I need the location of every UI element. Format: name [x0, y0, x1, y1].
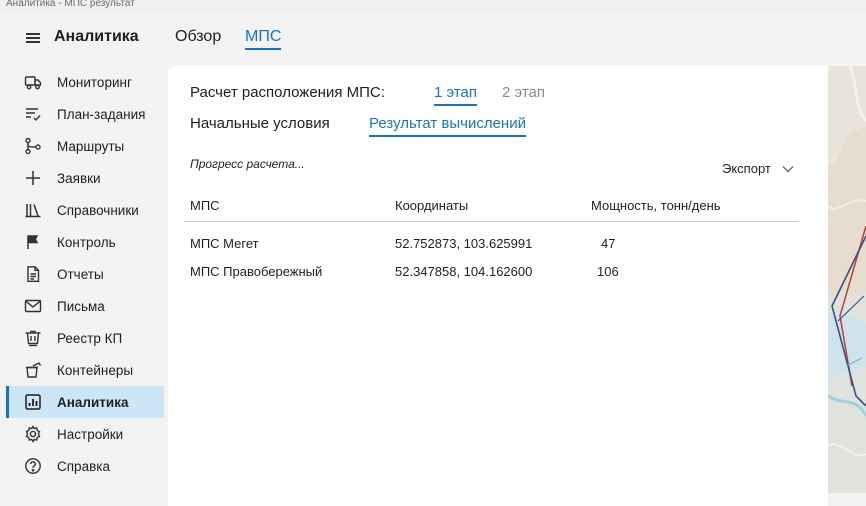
sidebar-item-settings[interactable]: Настройки	[6, 418, 164, 450]
sidebar-item-label: Мониторинг	[57, 74, 132, 90]
hamburger-menu-icon[interactable]	[26, 33, 40, 43]
sidebar-item-label: Реестр КП	[57, 330, 123, 346]
tab-stage-1[interactable]: 1 этап	[434, 84, 478, 106]
truck-icon	[24, 73, 42, 91]
table-row[interactable]: МПС Мегет 52.752873, 103.625991 47	[184, 226, 799, 254]
window-title: Аналитика - МПС результат	[6, 0, 135, 9]
cell-mps: МПС Мегет	[190, 236, 259, 251]
sidebar-item-help[interactable]: Справка	[6, 450, 164, 482]
progress-text: Прогресс расчета...	[190, 157, 305, 171]
app-title: Аналитика	[54, 28, 139, 45]
map-view[interactable]	[828, 66, 866, 493]
tab-stage-2[interactable]: 2 этап	[502, 84, 545, 101]
export-dropdown[interactable]: Экспорт	[722, 161, 794, 176]
column-header-mps: МПС	[190, 198, 220, 213]
sidebar-item-requests[interactable]: Заявки	[6, 162, 164, 194]
sidebar-item-plan-tasks[interactable]: План-задания	[6, 98, 164, 130]
mail-icon	[24, 297, 42, 315]
sidebar-item-references[interactable]: Справочники	[6, 194, 164, 226]
checklist-icon	[24, 105, 42, 123]
chevron-down-icon	[782, 165, 794, 172]
container-icon	[24, 361, 42, 379]
results-table: МПС Координаты Мощность, тонн/день МПС М…	[184, 190, 799, 282]
flag-icon	[24, 233, 42, 251]
route-icon	[24, 137, 42, 155]
sidebar-item-label: План-задания	[57, 106, 146, 122]
tab-initial-conditions[interactable]: Начальные условия	[190, 115, 330, 132]
report-icon	[24, 265, 42, 283]
sidebar-item-letters[interactable]: Письма	[6, 290, 164, 322]
bin-icon	[24, 329, 42, 347]
tab-mps[interactable]: МПС	[245, 28, 282, 50]
sidebar-item-label: Контроль	[57, 234, 116, 250]
sidebar-item-label: Настройки	[57, 426, 124, 442]
tab-overview[interactable]: Обзор	[175, 28, 221, 46]
calculation-panel: Расчет расположения МПС: 1 этап 2 этап Н…	[168, 66, 828, 506]
tab-calculation-result[interactable]: Результат вычислений	[369, 115, 526, 137]
analytics-icon	[24, 393, 42, 411]
sidebar-item-label: Письма	[57, 298, 105, 314]
sidebar-item-kp-registry[interactable]: Реестр КП	[6, 322, 164, 354]
sidebar-item-monitoring[interactable]: Мониторинг	[6, 66, 164, 98]
cell-capacity: 47	[601, 236, 616, 251]
cell-coordinates: 52.347858, 104.162600	[395, 264, 533, 279]
gear-icon	[24, 425, 42, 443]
sidebar-item-label: Маршруты	[57, 138, 125, 154]
sidebar-item-containers[interactable]: Контейнеры	[6, 354, 164, 386]
column-header-coordinates: Координаты	[395, 198, 469, 213]
sidebar-item-reports[interactable]: Отчеты	[6, 258, 164, 290]
sidebar-item-label: Отчеты	[57, 266, 104, 282]
sidebar-item-label: Заявки	[57, 170, 101, 186]
cell-mps: МПС Правобережный	[190, 264, 323, 279]
sidebar-item-analytics[interactable]: Аналитика	[6, 386, 164, 418]
cell-capacity: 106	[597, 264, 619, 279]
sidebar-item-routes[interactable]: Маршруты	[6, 130, 164, 162]
help-icon	[24, 457, 42, 475]
sidebar-item-label: Справка	[57, 458, 110, 474]
table-row[interactable]: МПС Правобережный 52.347858, 104.162600 …	[184, 254, 799, 282]
column-header-capacity: Мощность, тонн/день	[591, 198, 721, 213]
cell-coordinates: 52.752873, 103.625991	[395, 236, 533, 251]
table-header: МПС Координаты Мощность, тонн/день	[184, 190, 799, 222]
sidebar-item-label: Аналитика	[57, 394, 129, 410]
sidebar-item-label: Контейнеры	[57, 362, 134, 378]
sidebar-item-label: Справочники	[57, 202, 139, 218]
sidebar: Мониторинг План-задания Маршруты Заявки …	[6, 66, 164, 482]
window-titlebar: Аналитика - МПС результат	[0, 0, 866, 12]
sidebar-item-control[interactable]: Контроль	[6, 226, 164, 258]
app-header: Аналитика Обзор МПС	[0, 12, 866, 64]
export-label: Экспорт	[722, 161, 771, 176]
library-icon	[24, 201, 42, 219]
plus-icon	[24, 169, 42, 187]
calculation-title: Расчет расположения МПС:	[190, 84, 385, 101]
map-background	[828, 66, 866, 493]
